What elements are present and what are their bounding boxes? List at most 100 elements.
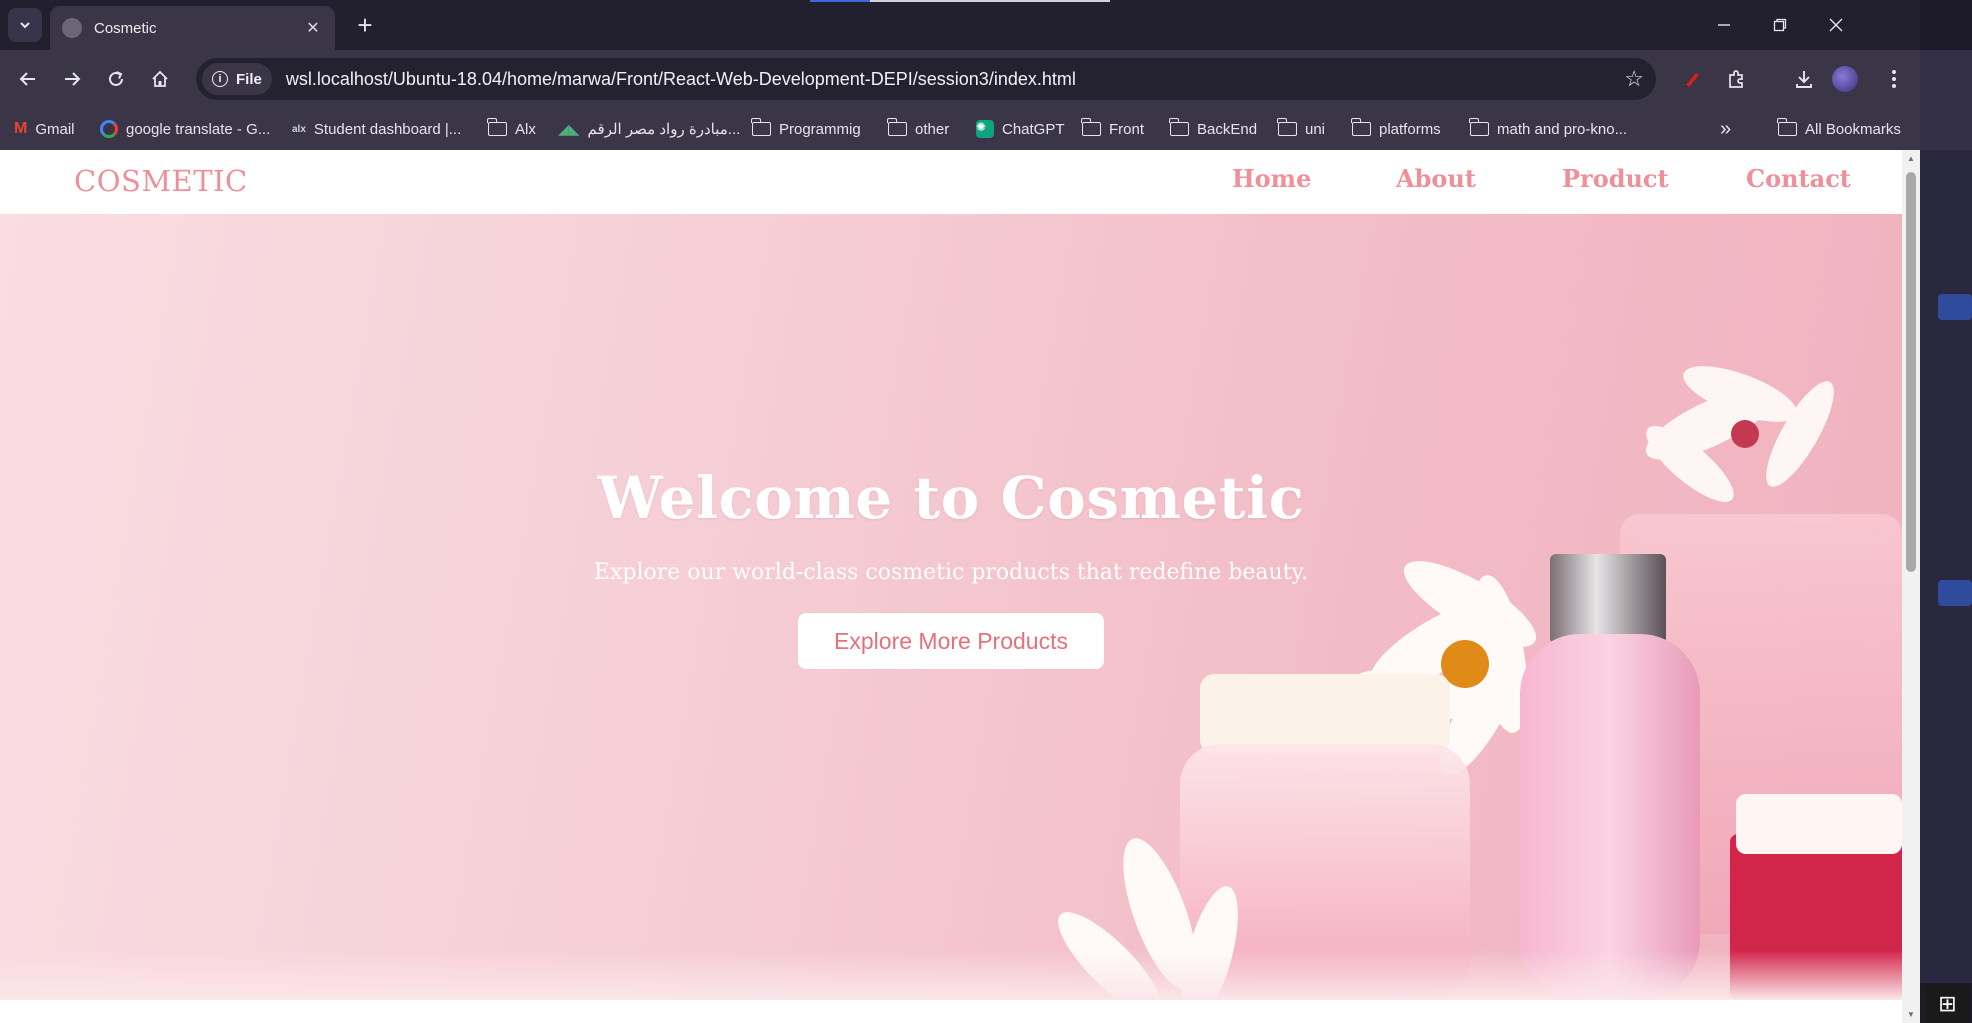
- bookmark-folder-math[interactable]: math and pro-kno...: [1469, 108, 1627, 150]
- title-bar: Cosmetic ✕ +: [0, 0, 1920, 50]
- all-bookmarks-label: All Bookmarks: [1805, 120, 1901, 138]
- more-menu-icon[interactable]: [1878, 63, 1910, 95]
- minimize-button[interactable]: [1704, 8, 1744, 42]
- info-icon: i: [212, 71, 228, 87]
- background-window-peek: [1920, 0, 1972, 1023]
- hero-subtitle: Explore our world-class cosmetic product…: [593, 560, 1309, 585]
- page-viewport: COSMETIC Home About Product Contact Welc…: [0, 150, 1902, 1023]
- background-window-button: [1938, 580, 1972, 606]
- scroll-up-icon[interactable]: ▲: [1906, 154, 1916, 163]
- bookmarks-bar: M Gmail google translate - G... alx Stud…: [0, 108, 1920, 150]
- bookmark-label: google translate - G...: [126, 120, 271, 138]
- bookmark-gmail[interactable]: M Gmail: [14, 108, 75, 150]
- all-bookmarks-button[interactable]: All Bookmarks: [1777, 108, 1901, 150]
- url-text[interactable]: wsl.localhost/Ubuntu-18.04/home/marwa/Fr…: [286, 69, 1076, 90]
- bookmark-folder-other[interactable]: other: [887, 108, 950, 150]
- reload-button[interactable]: [100, 63, 132, 95]
- scroll-down-icon[interactable]: ▼: [1906, 1010, 1916, 1019]
- background-window-panel: [1920, 150, 1972, 983]
- nav-link-home[interactable]: Home: [1232, 164, 1311, 193]
- folder-icon: [1277, 118, 1297, 136]
- extensions-puzzle-icon[interactable]: [1720, 63, 1752, 95]
- windows-start-icon[interactable]: ⊞: [1925, 985, 1970, 1023]
- forward-button[interactable]: [56, 63, 88, 95]
- tab-search-button[interactable]: [8, 8, 42, 42]
- tab-cosmetic[interactable]: Cosmetic ✕: [50, 6, 335, 50]
- bookmark-label: ChatGPT: [1002, 120, 1065, 138]
- bookmark-folder-backend[interactable]: BackEnd: [1169, 108, 1257, 150]
- minimize-icon: [1718, 24, 1730, 26]
- folder-icon: [1469, 118, 1489, 136]
- site-logo[interactable]: COSMETIC: [74, 164, 248, 198]
- chevron-down-icon: [20, 22, 30, 29]
- bookmarks-overflow-button[interactable]: »: [1720, 108, 1731, 150]
- bookmark-folder-uni[interactable]: uni: [1277, 108, 1326, 150]
- profile-avatar[interactable]: [1832, 66, 1858, 92]
- page-scrollbar[interactable]: ▲ ▼: [1902, 150, 1920, 1023]
- chip-label: File: [236, 70, 262, 88]
- depi-icon: ◢◣: [558, 120, 580, 137]
- background-window-toolbar: [1920, 50, 1972, 150]
- close-icon[interactable]: ✕: [303, 18, 323, 38]
- folder-icon: [1777, 118, 1797, 136]
- address-bar[interactable]: i File wsl.localhost/Ubuntu-18.04/home/m…: [196, 58, 1656, 100]
- browser-window: Cosmetic ✕ + i File wsl.localhost/Ubuntu…: [0, 0, 1920, 1023]
- bookmark-label: uni: [1305, 120, 1326, 138]
- bookmark-label: Front: [1109, 120, 1145, 138]
- nav-link-contact[interactable]: Contact: [1746, 164, 1851, 193]
- folder-icon: [487, 118, 507, 136]
- bookmark-depi[interactable]: ◢◣ مبادرة رواد مصر الرقم...: [558, 108, 740, 150]
- bookmark-label: Student dashboard |...: [313, 120, 462, 138]
- google-icon: [100, 120, 118, 138]
- reload-icon: [109, 71, 123, 86]
- restore-icon: [1773, 18, 1787, 32]
- scrollbar-thumb[interactable]: [1906, 172, 1916, 572]
- bookmark-google-translate[interactable]: google translate - G...: [100, 108, 270, 150]
- back-button[interactable]: [12, 63, 44, 95]
- page-below-hero: [0, 1000, 1902, 1023]
- hero-product-art: [1058, 366, 1902, 1000]
- chatgpt-icon: ✺: [976, 120, 994, 138]
- gmail-icon: M: [14, 120, 28, 137]
- bookmark-label: other: [915, 120, 950, 138]
- folder-icon: [751, 118, 771, 136]
- home-icon: [152, 70, 168, 87]
- bookmark-chatgpt[interactable]: ✺ ChatGPT: [976, 108, 1065, 150]
- close-icon: [1829, 18, 1843, 32]
- arrow-left-icon: [19, 72, 35, 86]
- new-tab-button[interactable]: +: [350, 10, 380, 40]
- close-window-button[interactable]: [1816, 8, 1856, 42]
- bookmark-folder-front[interactable]: Front: [1081, 108, 1145, 150]
- bookmark-folder-platforms[interactable]: platforms: [1351, 108, 1441, 150]
- restore-button[interactable]: [1760, 8, 1800, 42]
- bookmark-label: مبادرة رواد مصر الرقم...: [587, 121, 741, 138]
- bookmark-folder-programmig[interactable]: Programmig: [751, 108, 861, 150]
- download-icon[interactable]: [1788, 63, 1820, 95]
- folder-icon: [1081, 118, 1101, 136]
- site-info-chip[interactable]: i File: [202, 63, 272, 95]
- bookmark-folder-alx[interactable]: Alx: [487, 108, 536, 150]
- bookmark-student-dashboard[interactable]: alx Student dashboard |...: [292, 108, 461, 150]
- tab-title: Cosmetic: [94, 19, 157, 37]
- hero-floor: [0, 950, 1902, 1000]
- alx-icon: alx: [292, 123, 306, 135]
- bookmark-label: platforms: [1379, 120, 1441, 138]
- hero-section: Welcome to Cosmetic Explore our world-cl…: [0, 214, 1902, 1000]
- bookmark-label: Gmail: [35, 120, 75, 138]
- background-window-button: [1938, 294, 1972, 320]
- folder-icon: [1169, 118, 1189, 136]
- bookmark-label: Alx: [515, 120, 536, 138]
- explore-products-button[interactable]: Explore More Products: [798, 613, 1104, 669]
- nav-link-about[interactable]: About: [1396, 164, 1476, 193]
- folder-icon: [1351, 118, 1371, 136]
- nav-link-product[interactable]: Product: [1562, 164, 1669, 193]
- home-button[interactable]: [144, 63, 176, 95]
- loading-indicator: [810, 0, 1110, 2]
- site-navbar: COSMETIC Home About Product Contact: [0, 150, 1902, 214]
- bookmark-label: Programmig: [779, 120, 861, 138]
- globe-icon: [62, 18, 82, 38]
- bookmark-star-icon[interactable]: ☆: [1624, 66, 1644, 92]
- browser-toolbar: i File wsl.localhost/Ubuntu-18.04/home/m…: [0, 50, 1920, 108]
- arrow-right-icon: [65, 72, 81, 86]
- extension-pen-icon[interactable]: [1676, 63, 1708, 95]
